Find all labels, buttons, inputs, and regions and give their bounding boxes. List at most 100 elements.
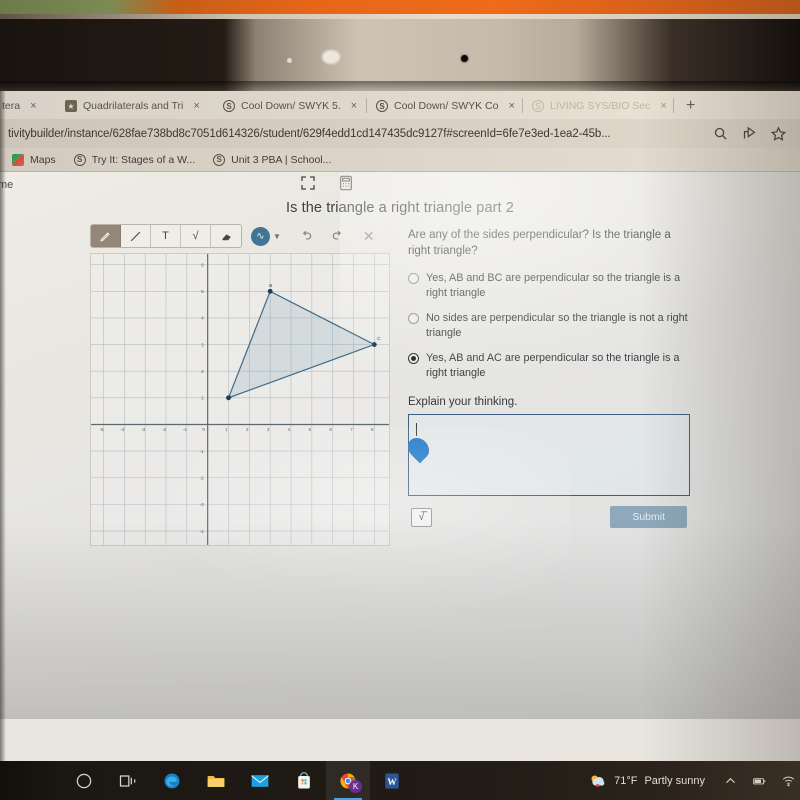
store-button[interactable] (282, 761, 326, 800)
text-tool[interactable]: T (151, 225, 181, 247)
shield-icon: ★ (65, 100, 77, 112)
browser-tab-3[interactable]: S Cool Down/ SWYK Co × (367, 93, 522, 119)
tab-close-icon[interactable]: × (508, 100, 514, 112)
search-icon[interactable] (713, 126, 728, 141)
taskbar-status: 71°F Partly sunny (587, 772, 800, 790)
svg-text:2: 2 (201, 369, 204, 374)
weather-widget[interactable]: 71°F Partly sunny (587, 772, 705, 790)
webcam-led-glare (322, 50, 340, 64)
choice-label: No sides are perpendicular so the triang… (426, 312, 688, 339)
choice-option-3[interactable]: Yes, AB and AC are perpendicular so the … (408, 351, 690, 380)
browser-address-bar[interactable]: tivitybuilder/instance/628fae738bd8c7051… (0, 119, 800, 148)
undo-icon[interactable] (299, 229, 313, 243)
tab-label: LIVING SYS/BIO Sec (550, 100, 651, 112)
redo-icon[interactable] (331, 229, 345, 243)
edge-button[interactable] (150, 761, 194, 800)
browser-tab-4[interactable]: S LIVING SYS/BIO Sec × (523, 93, 673, 119)
graph-column: T √ ∿ ▼ ✕ -5 -4 -3 -2 -1 0 1 2 3 4 5 6 7… (90, 224, 390, 546)
pencil-tool[interactable] (91, 225, 121, 247)
svg-text:-2: -2 (200, 476, 205, 481)
screen-shadow-bottom (0, 519, 800, 719)
tab-close-icon[interactable]: × (351, 100, 357, 112)
url-text[interactable]: tivitybuilder/instance/628fae738bd8c7051… (8, 128, 713, 140)
browser-tab-0[interactable]: tera × (0, 93, 56, 119)
radio-button[interactable] (408, 312, 419, 324)
cortana-button[interactable] (62, 761, 106, 800)
bookmark-label: Unit 3 PBA | School... (231, 153, 332, 166)
file-explorer-button[interactable] (194, 761, 238, 800)
schoology-icon: S (532, 100, 544, 112)
svg-text:8: 8 (371, 427, 374, 432)
chrome-profile-badge: K (349, 780, 362, 793)
radio-button[interactable] (408, 272, 419, 284)
math-keyboard-button[interactable]: √̅ (411, 507, 432, 527)
math-tool-glyph: √ (192, 230, 199, 242)
chevron-down-icon[interactable]: ▼ (273, 232, 281, 241)
svg-text:5: 5 (309, 427, 312, 432)
fullscreen-icon[interactable] (300, 175, 316, 191)
tab-close-icon[interactable]: × (193, 100, 199, 112)
activity-user-label: me (0, 179, 14, 191)
browser-tab-2[interactable]: S Cool Down/ SWYK 5. × (214, 93, 366, 119)
share-icon[interactable] (742, 126, 757, 141)
bookmark-try-it[interactable]: S Try It: Stages of a W... (73, 153, 195, 166)
answer-textarea[interactable] (403, 414, 690, 497)
svg-text:-5: -5 (99, 427, 104, 432)
activity-header: me (0, 172, 800, 198)
bookmark-label: Maps (30, 153, 56, 166)
coordinate-graph[interactable]: -5 -4 -3 -2 -1 0 1 2 3 4 5 6 7 8 6 5 4 3 2 1 -1 -2 -3 -4 ABC (90, 253, 390, 546)
text-selection-handle[interactable] (403, 434, 434, 464)
tab-label: Cool Down/ SWYK 5. (241, 100, 341, 112)
star-icon[interactable] (771, 126, 786, 141)
wifi-icon[interactable] (781, 774, 796, 788)
submit-button[interactable]: Submit (610, 506, 687, 529)
new-tab-button[interactable]: + (674, 93, 707, 119)
eraser-tool[interactable] (211, 225, 241, 247)
browser-tab-1[interactable]: ★ Quadrilaterals and Tri × (56, 93, 214, 119)
color-glyph: ∿ (256, 230, 265, 242)
tab-close-icon[interactable]: × (660, 100, 666, 112)
choice-label: Yes, AB and BC are perpendicular so the … (426, 272, 681, 299)
schoology-icon: S (376, 100, 388, 112)
svg-text:-3: -3 (141, 427, 146, 432)
weather-condition: Partly sunny (644, 774, 705, 787)
schoology-icon: S (213, 153, 226, 166)
svg-text:C: C (377, 336, 381, 342)
radio-button-selected[interactable] (408, 352, 419, 364)
browser-tabstrip: tera × ★ Quadrilaterals and Tri × S Cool… (0, 91, 800, 119)
svg-text:0: 0 (202, 427, 205, 432)
graph-svg: -5 -4 -3 -2 -1 0 1 2 3 4 5 6 7 8654321-1-2-3-4 ABC (91, 254, 389, 545)
close-icon[interactable]: ✕ (363, 229, 377, 243)
mail-button[interactable] (238, 761, 282, 800)
choice-option-1[interactable]: Yes, AB and BC are perpendicular so the … (408, 271, 690, 300)
svg-text:2: 2 (246, 427, 249, 432)
svg-text:6: 6 (329, 427, 332, 432)
word-button[interactable]: W (370, 761, 414, 800)
choice-option-2[interactable]: No sides are perpendicular so the triang… (408, 311, 690, 340)
battery-icon[interactable] (752, 774, 767, 788)
line-tool[interactable] (121, 225, 151, 247)
graph-axes (91, 254, 389, 545)
text-cursor (416, 423, 417, 437)
math-tool[interactable]: √ (181, 225, 211, 247)
explain-label: Explain your thinking. (408, 396, 518, 409)
task-view-button[interactable] (106, 761, 150, 800)
chevron-up-icon[interactable] (723, 774, 738, 788)
svg-text:1: 1 (225, 427, 228, 432)
tab-close-icon[interactable]: × (30, 100, 36, 112)
chrome-button[interactable]: K (326, 761, 370, 800)
svg-text:-4: -4 (120, 427, 125, 432)
tab-label: Quadrilaterals and Tri (83, 100, 184, 112)
svg-text:3: 3 (201, 342, 204, 347)
color-picker-button[interactable]: ∿ (251, 226, 270, 246)
answer-footer: √̅ Submit (408, 501, 690, 533)
bookmark-unit3-pba[interactable]: S Unit 3 PBA | School... (213, 153, 332, 166)
svg-text:W: W (387, 776, 397, 786)
activity-page: me Is the triangle a right triangle part… (0, 172, 800, 719)
page-title: Is the triangle a right triangle part 2 (286, 200, 514, 216)
laptop-photo-scene: tera × ★ Quadrilaterals and Tri × S Cool… (0, 0, 800, 800)
bookmark-maps[interactable]: Maps (12, 153, 56, 166)
address-bar-actions (713, 126, 792, 141)
svg-text:6: 6 (201, 262, 204, 267)
calculator-icon[interactable] (338, 175, 354, 191)
